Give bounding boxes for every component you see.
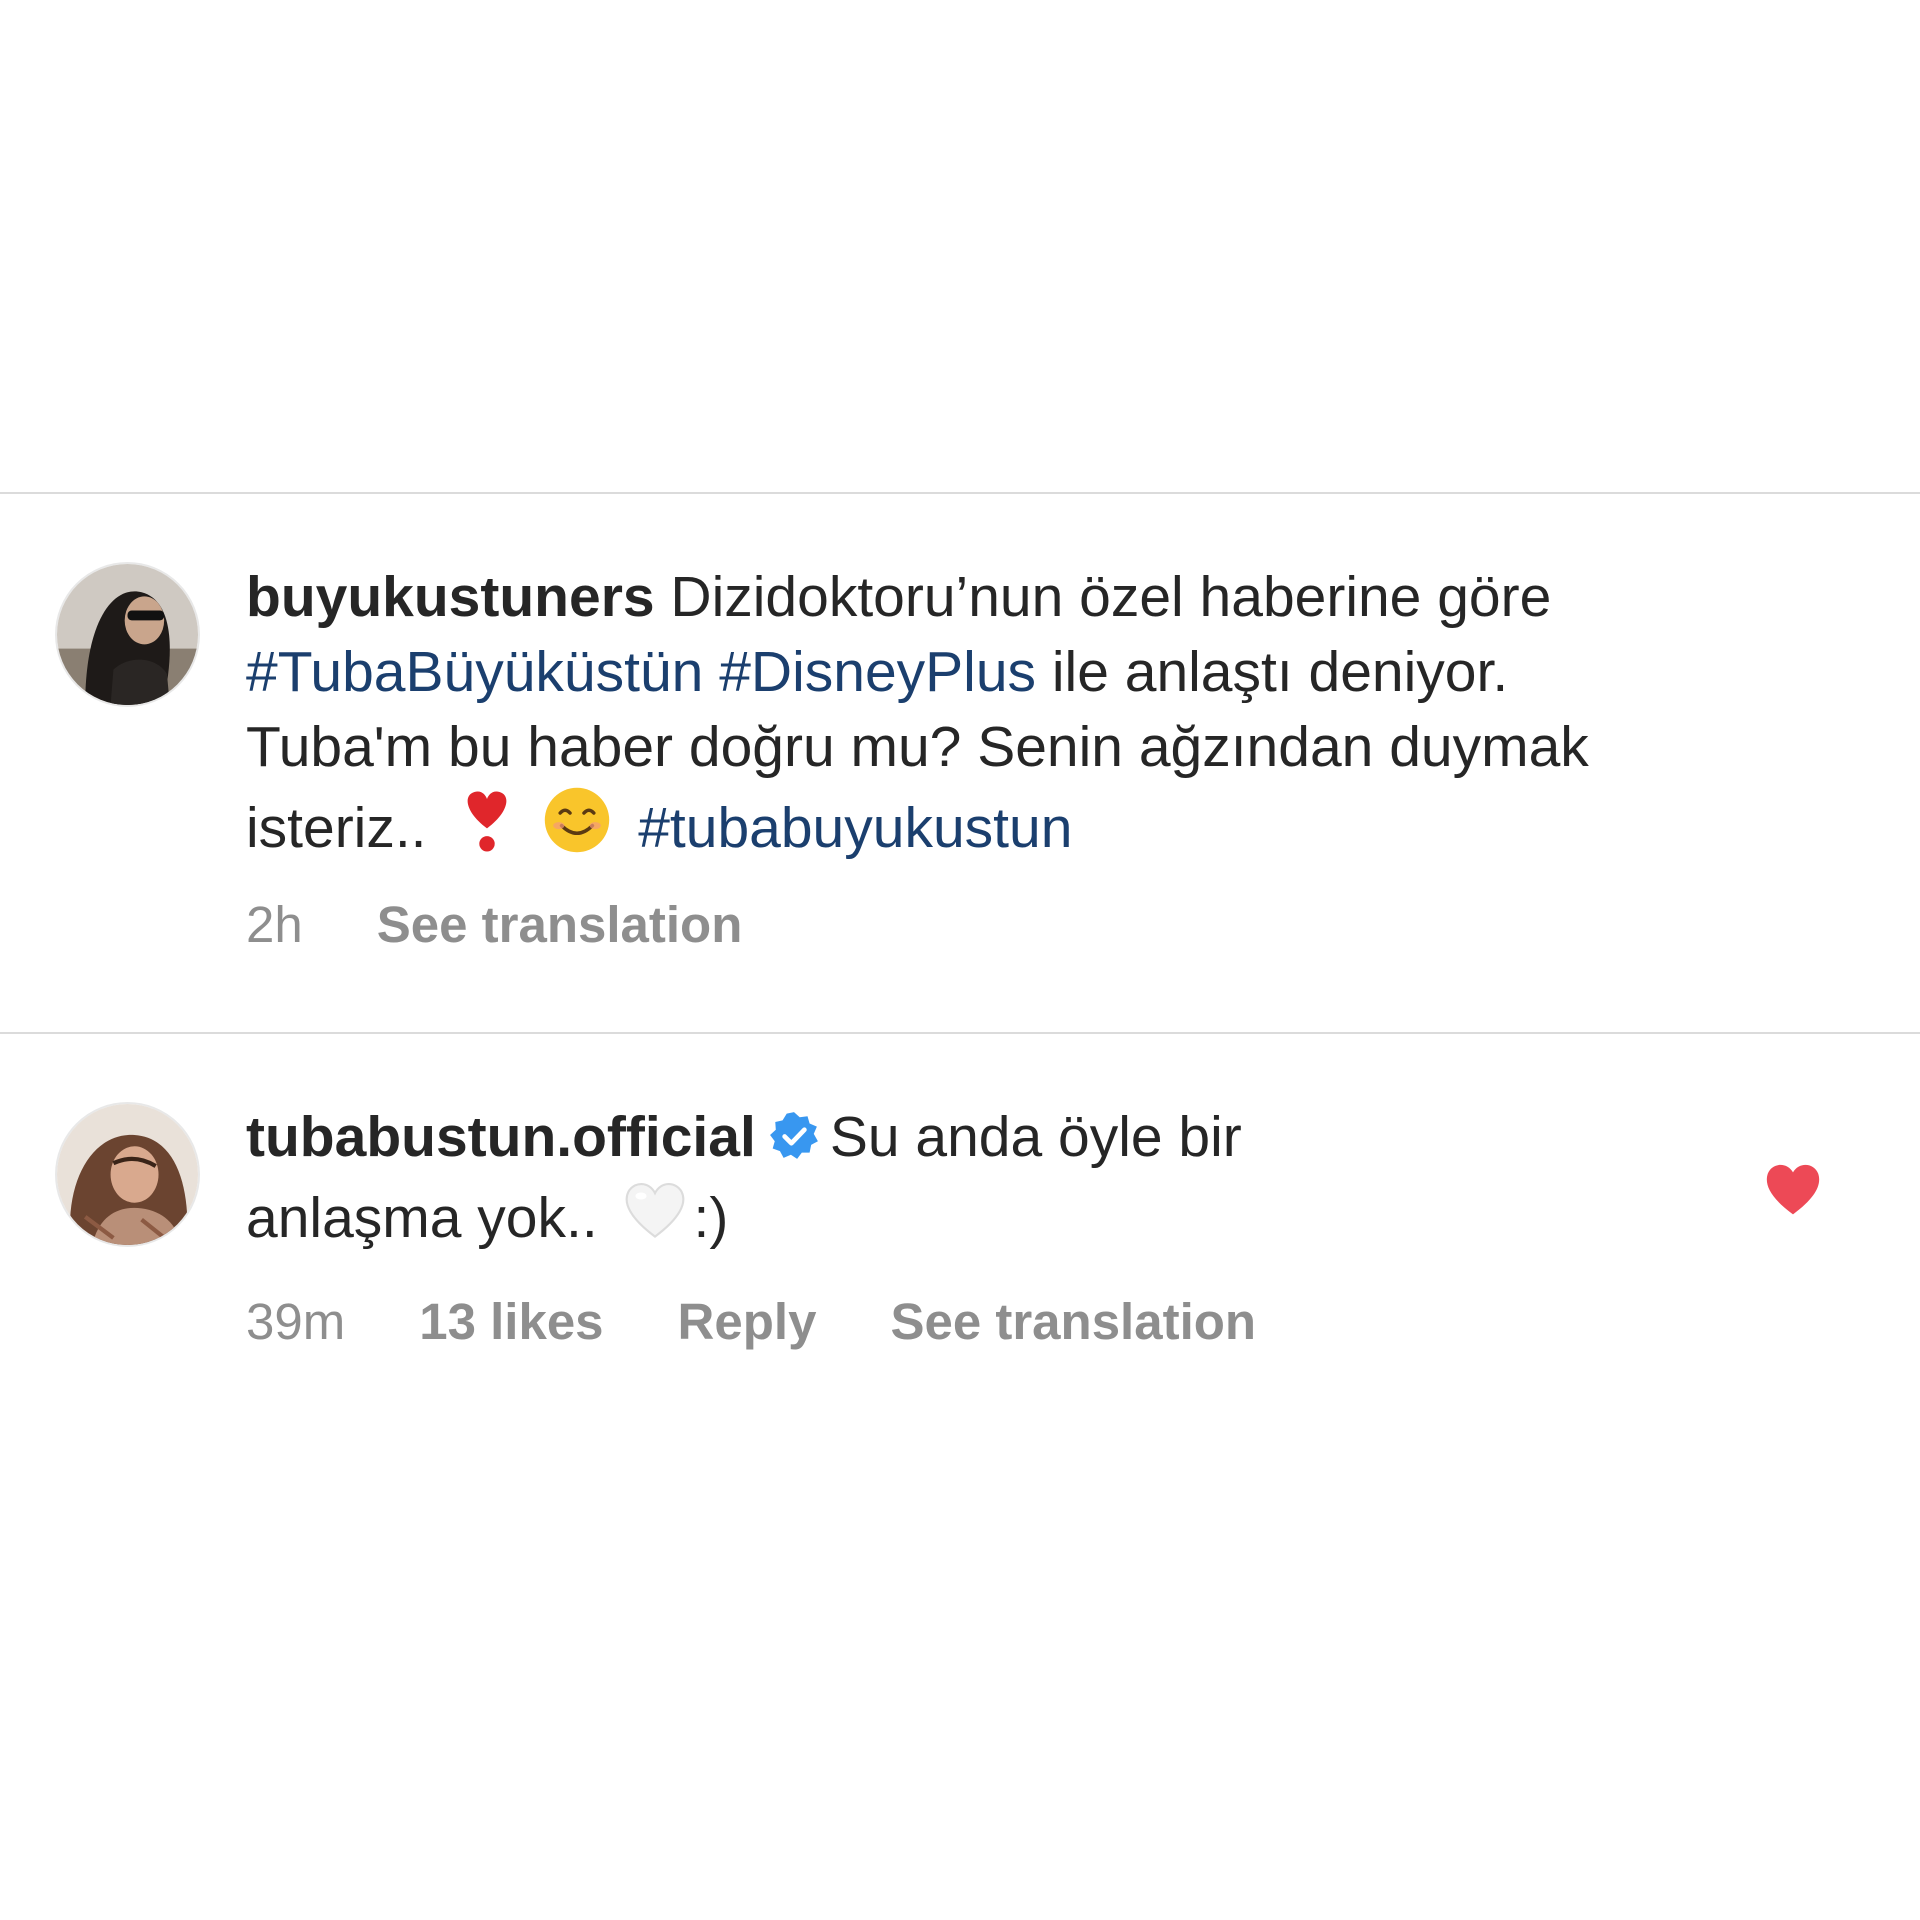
like-heart-icon[interactable] xyxy=(1763,1160,1823,1216)
verified-badge-icon xyxy=(768,1110,820,1162)
comment-text-part: anlaşma yok.. xyxy=(246,1186,598,1250)
likes-count-button[interactable]: 13 likes xyxy=(419,1293,603,1350)
hashtag-link[interactable]: #tubabuyukustun xyxy=(638,796,1072,860)
see-translation-button[interactable]: See translation xyxy=(377,896,743,953)
comment-time: 39m xyxy=(246,1293,346,1350)
comment-text: buyukustuners Dizidoktoru’nun özel haber… xyxy=(246,560,1846,866)
hashtag-link[interactable]: #DisneyPlus xyxy=(719,640,1036,704)
hashtag-link[interactable]: #TubaBüyüküstün xyxy=(246,640,703,704)
top-divider xyxy=(0,492,1920,494)
reply-button[interactable]: Reply xyxy=(678,1293,817,1350)
avatar[interactable] xyxy=(55,562,200,707)
comment-text-part: Su anda öyle bir xyxy=(829,1105,1242,1169)
comment-text: tubabustun.official Su anda öyle bir anl… xyxy=(246,1100,1846,1256)
comment-time: 2h xyxy=(246,896,303,953)
avatar[interactable] xyxy=(55,1102,200,1247)
white-heart-icon xyxy=(620,1175,690,1245)
comment-divider xyxy=(0,1032,1920,1034)
see-translation-button[interactable]: See translation xyxy=(890,1293,1256,1350)
comment-text-part: Dizidoktoru’nun özel haberine göre xyxy=(670,565,1552,629)
comment-username[interactable]: buyukustuners xyxy=(246,565,655,629)
comment-meta: 39m 13 likes Reply See translation xyxy=(246,1292,1330,1351)
comment-text-part: isteriz.. xyxy=(246,796,427,860)
red-exclamation-heart-icon xyxy=(452,785,522,855)
comment-text-part: Tuba'm bu haber doğru mu? Senin ağzından… xyxy=(246,715,1589,779)
comment-text-part: ile anlaştı deniyor. xyxy=(1051,640,1509,704)
comment-username[interactable]: tubabustun.official xyxy=(246,1105,756,1169)
smiling-face-icon xyxy=(542,785,612,855)
comment-text-part: :) xyxy=(693,1186,729,1250)
comment-meta: 2h See translation xyxy=(246,895,816,954)
